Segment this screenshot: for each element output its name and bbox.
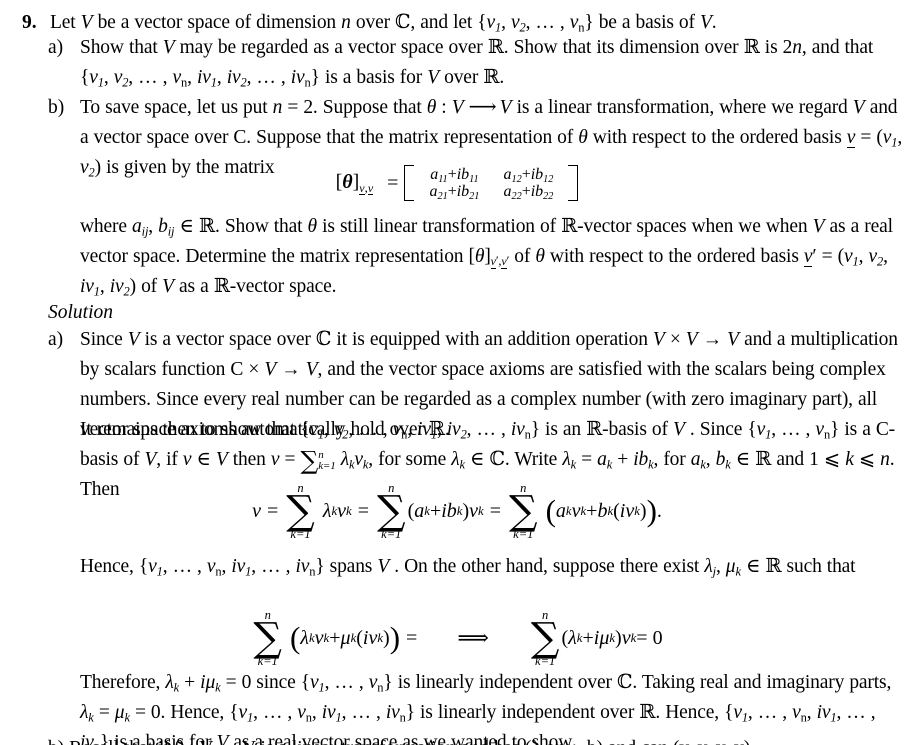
sum-lower-limit: k=1 (257, 654, 278, 668)
problem-number: 9. (22, 12, 37, 33)
sum-lower-limit: k=1 (318, 459, 336, 472)
matrix-equation-lhs: [θ]v,v (335, 171, 374, 195)
problem-part-a-text: Show that V may be regarded as a vector … (80, 37, 874, 90)
matrix-cell: a12+ib12 (503, 166, 554, 185)
matrix-row: a21+ib21 a22+ib22 (417, 183, 565, 202)
sum-lower-limit: k=1 (535, 654, 556, 668)
implies-symbol: ⟹ (457, 625, 489, 650)
summation-symbol: n ∑ k=1 (530, 609, 560, 668)
sigma-glyph: ∑ (253, 615, 282, 661)
matrix-cell: a11+ib11 (430, 166, 479, 185)
summation-symbol: n ∑ k=1 (377, 482, 406, 541)
matrix-bracket-group: a11+ib11 a12+ib12 a21+ib21 a22+ib22 (404, 165, 579, 201)
problem-part-a-marker: a) (48, 37, 64, 58)
sum-lower-limit: k=1 (381, 527, 402, 541)
solution-heading: Solution (48, 302, 114, 323)
solution-part-a-marker: a) (48, 329, 64, 350)
sigma-glyph: ∑ (286, 488, 315, 534)
clipped-next-line: b) Recall that if θ : V → V is a linear … (48, 734, 908, 745)
matrix-row: a11+ib11 a12+ib12 (417, 166, 565, 185)
matrix-equals-sign: = (387, 171, 399, 194)
sigma-glyph: ∑ (377, 488, 406, 534)
problem-part-b-marker: b) (48, 97, 65, 118)
matrix-body: a11+ib11 a12+ib12 a21+ib21 a22+ib22 (414, 165, 568, 201)
summation-symbol: n ∑ k=1 (286, 482, 315, 541)
matrix-cell: a22+ib22 (503, 183, 554, 202)
display-equation-2: n ∑ k=1 (λ k v k + μ k(iv k)) = ⟹ n ∑ k=1 (λ k… (253, 608, 663, 668)
sigma-glyph: ∑ (530, 615, 560, 661)
clipped-next-line-text: b) Recall that if θ : V → V is a linear … (48, 734, 750, 745)
inline-summation: ∑ n k=1 (300, 445, 336, 475)
matrix-equation: [θ]v,v = a11+ib11 a12+ib12 a21+ib21 a22+ib… (0, 165, 914, 201)
sum-lower-limit: k=1 (513, 527, 534, 541)
document-page: 9. Let V be a vector space of dimension … (0, 0, 914, 745)
sigma-glyph: ∑ (509, 488, 538, 534)
summation-symbol: n ∑ k=1 (253, 609, 282, 668)
solution-paragraph-3: Hence, {v1, … , vn, iv1, … , ivn} spans … (80, 556, 856, 579)
matrix-cell: a21+ib21 (429, 183, 480, 202)
sum-lower-limit: k=1 (290, 527, 311, 541)
summation-symbol: n ∑ k=1 (509, 482, 538, 541)
display-equation-1: v = n ∑ k=1 λkvk = n ∑ k=1 (a k + ib k) v k =… (252, 481, 662, 541)
sum-upper-limit: n (318, 449, 324, 461)
after-matrix-paragraph: where aij, bij ∈ ℝ. Show that θ is still… (80, 216, 893, 299)
